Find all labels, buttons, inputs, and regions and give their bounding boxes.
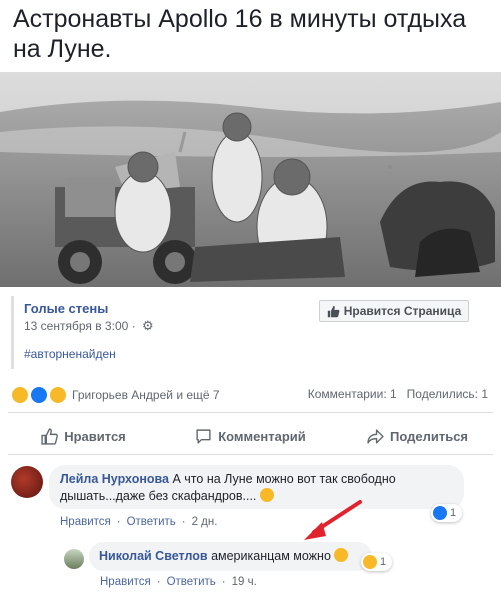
like-icon: [30, 386, 48, 404]
comment-reply-link[interactable]: Ответить: [127, 516, 176, 528]
comment-icon: [196, 428, 211, 444]
post-photo[interactable]: [0, 72, 501, 287]
reply-reaction-badge[interactable]: 1: [361, 553, 393, 571]
thumbs-up-icon: [327, 305, 340, 317]
comment-reaction-badge[interactable]: 1: [431, 504, 463, 522]
like-button[interactable]: Нравится: [0, 424, 167, 448]
reply-meta: Нравится · Ответить · 19 ч.: [100, 576, 257, 588]
haha-emoji-icon: [11, 386, 29, 404]
page-name-link[interactable]: Голые стены: [24, 301, 108, 316]
post-actions: Нравится Комментарий Поделиться: [0, 424, 501, 448]
divider: [8, 454, 493, 455]
haha-emoji-icon: [363, 555, 377, 569]
grin-emoji-icon: [334, 548, 349, 562]
reaction-count: 1: [380, 556, 387, 568]
thumbs-up-icon: [41, 427, 59, 445]
divider: [8, 412, 493, 413]
hashtag-link[interactable]: #авторненайден: [24, 347, 116, 361]
avatar[interactable]: [11, 466, 43, 498]
share-icon: [367, 428, 384, 444]
comment-button[interactable]: Комментарий: [167, 424, 334, 448]
post-title: Астронавты Apollo 16 в минуты отдыха на …: [13, 5, 467, 63]
reply-author-link[interactable]: Николай Светлов: [99, 549, 208, 563]
comments-count[interactable]: Комментарии: 1: [308, 387, 397, 401]
like-page-button[interactable]: Нравится Страница: [319, 300, 469, 322]
reactions-summary[interactable]: Григорьев Андрей и ещё 7: [11, 386, 220, 404]
shared-page-block: Голые стены 13 сентября в 3:00 · ⚙ #авто…: [11, 296, 494, 369]
avatar[interactable]: [64, 549, 84, 569]
reply-reply-link[interactable]: Ответить: [167, 576, 216, 588]
gear-icon[interactable]: ⚙: [142, 318, 154, 334]
post-stats: Комментарии: 1 Поделились: 1: [308, 387, 488, 401]
share-label: Поделиться: [389, 428, 469, 444]
post-timestamp[interactable]: 13 сентября в 3:00 ·: [24, 319, 136, 333]
like-page-label: Нравится Страница: [343, 304, 462, 318]
wow-emoji-icon: [49, 386, 67, 404]
share-button[interactable]: Поделиться: [334, 424, 501, 448]
like-icon: [433, 506, 447, 520]
reply-like-link[interactable]: Нравится: [100, 576, 151, 588]
comment-author-link[interactable]: Лейла Нурхонова: [60, 472, 169, 486]
comment-label: Комментарий: [218, 428, 306, 444]
comment-meta: Нравится · Ответить · 2 дн.: [60, 516, 218, 528]
annotation-arrow: [304, 500, 362, 540]
shares-count[interactable]: Поделились: 1: [407, 387, 488, 401]
reply-text: американцам можно: [211, 549, 331, 563]
reply-bubble: Николай Светлов американцам можно: [89, 542, 372, 571]
reply-age[interactable]: 19 ч.: [232, 576, 257, 588]
reaction-count: 1: [450, 507, 457, 519]
grin-emoji-icon: [259, 488, 274, 502]
comment-like-link[interactable]: Нравится: [60, 516, 111, 528]
comment-age[interactable]: 2 дн.: [192, 516, 218, 528]
reactions-names: Григорьев Андрей и ещё 7: [72, 388, 220, 402]
comment-bubble: Лейла Нурхонова А что на Луне можно вот …: [49, 465, 464, 509]
like-label: Нравится: [64, 428, 126, 444]
